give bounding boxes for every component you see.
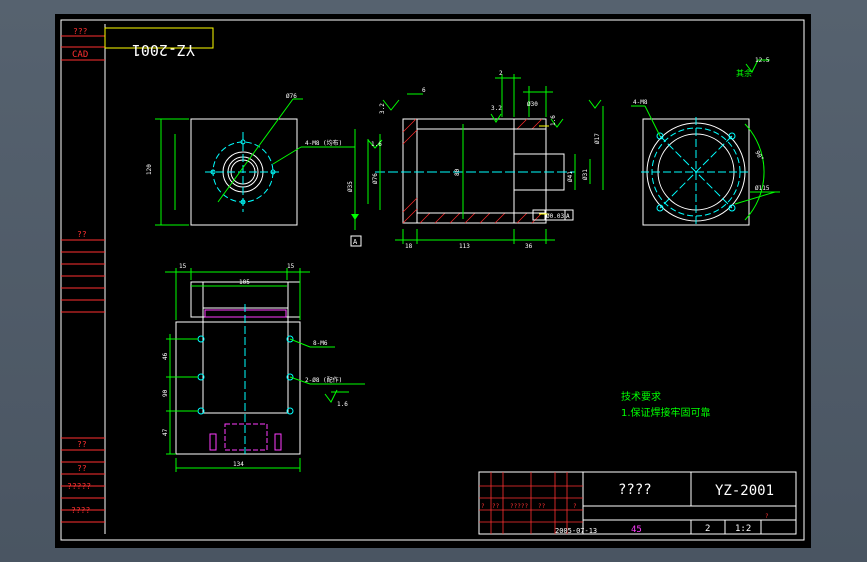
drawing-canvas: ??? CAD ?? ?? ?? ????? ???? YZ-2001 120 … bbox=[60, 19, 805, 541]
tb-code: YZ-2001 bbox=[715, 483, 774, 499]
top-label-holes: 4-M8 (均布) bbox=[305, 139, 342, 147]
sec-dim-3-2: 3.2 bbox=[379, 103, 386, 114]
top-dim-left: 120 bbox=[146, 164, 153, 175]
sec-dim-phi17: Ø17 bbox=[594, 133, 601, 144]
bot-dim-top-r: 15 bbox=[287, 263, 295, 270]
tb-scale: 1:2 bbox=[735, 524, 751, 534]
bot-dim-bottom: 134 bbox=[233, 461, 244, 468]
tb-mark-3: ????? bbox=[510, 503, 528, 510]
sec-dim-b-mid: 113 bbox=[459, 243, 470, 250]
bot-label-m6: 8-M6 bbox=[313, 340, 328, 347]
end-view bbox=[631, 105, 780, 227]
bottom-view bbox=[165, 268, 365, 472]
tb-date: 2005-07-13 bbox=[555, 527, 597, 535]
tb-mark-2: ?? bbox=[492, 503, 500, 510]
sec-dim-phi41: Ø41 bbox=[567, 171, 574, 182]
cad-viewport[interactable]: ??? CAD ?? ?? ?? ????? ???? YZ-2001 120 … bbox=[55, 14, 811, 548]
top-dim-bore: Ø76 bbox=[286, 93, 297, 100]
sec-dim-1-6a: 1.6 bbox=[371, 141, 382, 148]
strip-mid-mark: ?? bbox=[77, 230, 87, 239]
sec-tol-box: Ø0.03 bbox=[546, 213, 564, 220]
bot-roughness: 1.6 bbox=[337, 401, 348, 408]
sec-dim-6: 6 bbox=[422, 87, 426, 94]
sec-dim-phi31: Ø31 bbox=[582, 169, 589, 180]
sec-dim-b-left: 18 bbox=[405, 243, 413, 250]
tb-name: ???? bbox=[618, 482, 652, 498]
bot-label-pins: 2-Ø8 (配作) bbox=[305, 376, 342, 384]
sec-dim-1-6-top: 1.6 bbox=[550, 115, 557, 126]
top-view bbox=[155, 98, 355, 226]
tb-mark-5: ? bbox=[573, 503, 577, 510]
left-strip bbox=[61, 24, 106, 534]
sec-tol-ref: A bbox=[566, 213, 570, 220]
tb-mark-6: ? bbox=[765, 513, 769, 520]
bot-dim-side-2: 90 bbox=[162, 389, 169, 397]
tb-sheet: 2 bbox=[705, 524, 710, 534]
roughness-note: 其余 bbox=[736, 68, 752, 78]
section-view bbox=[350, 74, 604, 247]
strip-cad-label: CAD bbox=[72, 50, 88, 60]
outer-frame bbox=[60, 19, 805, 541]
notes-item-1: 1.保证焊接牢固可靠 bbox=[621, 406, 711, 419]
bot-dim-top-l: 15 bbox=[179, 263, 187, 270]
end-label-holes: 4-M8 bbox=[633, 99, 648, 106]
sec-dim-phi76: Ø76 bbox=[372, 173, 379, 184]
sec-dim-top: 2 bbox=[499, 70, 503, 77]
strip-low-2: ?? bbox=[77, 464, 87, 473]
sec-dim-3-2b: 3.2 bbox=[491, 105, 502, 112]
strip-low-3: ????? bbox=[67, 482, 91, 491]
sec-dim-b-right: 36 bbox=[525, 243, 533, 250]
strip-top-mark: ??? bbox=[73, 27, 88, 36]
bot-dim-side-1: 46 bbox=[162, 352, 169, 360]
tb-qty: 45 bbox=[631, 525, 642, 535]
sec-datum: A bbox=[353, 238, 358, 246]
sec-dim-h: 80 bbox=[454, 168, 461, 176]
strip-low-1: ?? bbox=[77, 440, 87, 449]
notes-heading: 技术要求 bbox=[621, 390, 661, 403]
sec-dim-phi30: Ø30 bbox=[527, 101, 538, 108]
tb-mark-4: ?? bbox=[538, 503, 546, 510]
end-dim-pcd: Ø115 bbox=[755, 185, 770, 192]
sec-dim-phi35: Ø35 bbox=[347, 181, 354, 192]
bot-dim-inner: 105 bbox=[239, 279, 250, 286]
tb-mark-1: ? bbox=[481, 503, 485, 510]
bot-dim-side-3: 47 bbox=[162, 428, 169, 436]
roughness-value: 12.5 bbox=[755, 57, 770, 64]
code-box-text: YZ-2001 bbox=[132, 41, 195, 59]
strip-low-4: ???? bbox=[71, 506, 90, 515]
